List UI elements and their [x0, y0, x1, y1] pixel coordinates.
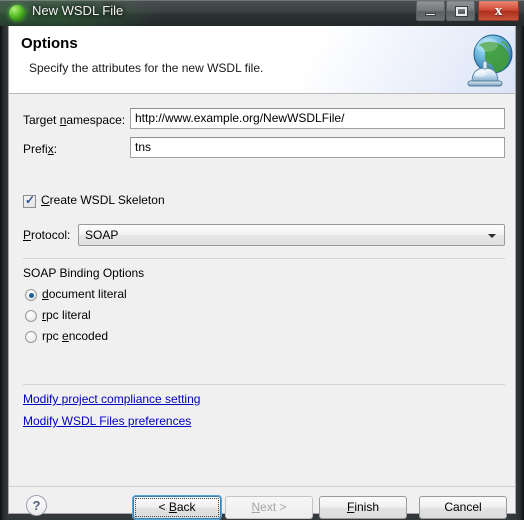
finish-button-label: Finish — [346, 500, 380, 514]
wizard-body: Target namespace: http://www.example.org… — [9, 94, 515, 486]
soap-binding-options-label: SOAP Binding Options — [23, 266, 145, 280]
radio-rpc-encoded-label[interactable]: rpc encoded — [42, 329, 108, 343]
wizard-header: Options Specify the attributes for the n… — [9, 26, 515, 94]
target-namespace-input[interactable]: http://www.example.org/NewWSDLFile/ — [130, 108, 505, 129]
cancel-button[interactable]: Cancel — [419, 496, 507, 519]
target-namespace-label: Target namespace: — [23, 113, 126, 127]
protocol-select[interactable]: SOAP — [78, 224, 505, 246]
check-icon: ✓ — [25, 193, 36, 207]
cancel-button-label: Cancel — [444, 500, 482, 514]
maximize-icon — [455, 6, 468, 17]
next-button-label: Next > — [251, 500, 287, 514]
link-modify-wsdl-preferences[interactable]: Modify WSDL Files preferences — [23, 414, 191, 428]
create-wsdl-skeleton-checkbox[interactable]: ✓ — [23, 193, 36, 208]
next-button: Next > — [225, 496, 313, 519]
page-description: Specify the attributes for the new WSDL … — [29, 61, 264, 75]
back-button-label: < Back — [158, 500, 196, 514]
window-title: New WSDL File — [32, 3, 124, 18]
radio-document-literal-label[interactable]: document literal — [42, 287, 127, 301]
radio-rpc-literal-label[interactable]: rpc literal — [42, 308, 91, 322]
close-button[interactable]: x — [478, 1, 519, 21]
finish-button[interactable]: Finish — [319, 496, 407, 519]
help-icon[interactable]: ? — [26, 495, 47, 516]
maximize-button[interactable] — [446, 1, 475, 21]
title-bar: New WSDL File x — [0, 0, 524, 26]
wsdl-globe-service-icon — [467, 34, 513, 87]
green-sphere-icon — [9, 5, 25, 21]
close-icon: x — [494, 3, 503, 19]
back-button[interactable]: < Back — [133, 496, 221, 519]
links-divider — [23, 384, 505, 385]
dialog-footer: ? < Back Next > Finish Cancel — [9, 486, 515, 519]
protocol-selected-value: SOAP — [85, 228, 119, 242]
section-divider — [23, 258, 505, 259]
prefix-label: Prefix: — [23, 142, 58, 156]
page-title: Options — [21, 35, 78, 52]
radio-rpc-encoded[interactable] — [25, 331, 37, 343]
minimize-icon — [425, 13, 436, 16]
minimize-button[interactable] — [416, 1, 445, 21]
create-wsdl-skeleton-label[interactable]: Create WSDL Skeleton — [41, 193, 165, 207]
dialog-window: New WSDL File x Options Specify the attr… — [0, 0, 524, 520]
radio-rpc-literal[interactable] — [25, 310, 37, 322]
dialog-client-area: Options Specify the attributes for the n… — [8, 26, 516, 519]
protocol-label: Protocol: — [23, 228, 71, 242]
radio-selected-dot — [28, 292, 34, 298]
prefix-input[interactable]: tns — [130, 137, 505, 158]
chevron-down-icon — [488, 234, 496, 238]
link-modify-project-compliance[interactable]: Modify project compliance setting — [23, 392, 200, 406]
radio-document-literal[interactable] — [25, 289, 37, 301]
